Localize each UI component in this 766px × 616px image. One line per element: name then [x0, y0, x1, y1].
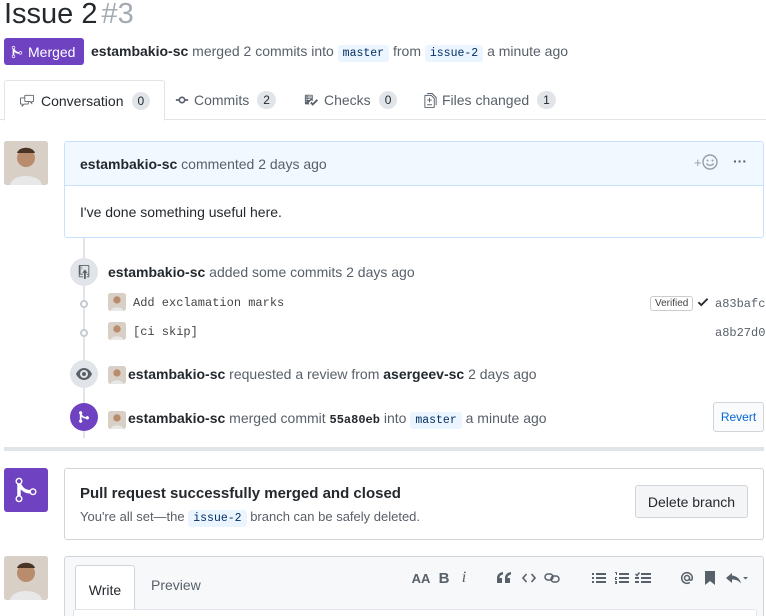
tab-commits[interactable]: Commits 2 — [175, 80, 276, 120]
event-author[interactable]: estambakio-sc — [128, 410, 225, 426]
tab-files-changed[interactable]: Files changed 1 — [424, 80, 556, 120]
tab-preview[interactable]: Preview — [151, 565, 201, 605]
merge-commit-sha[interactable]: 55a80eb — [330, 413, 380, 427]
action-text: merged 2 commits into — [192, 43, 334, 59]
pr-meta: estambakio-sc merged 2 commits into mast… — [91, 42, 568, 63]
repo-push-icon — [70, 258, 98, 286]
check-icon — [697, 295, 709, 312]
file-diff-icon — [424, 92, 437, 108]
git-commit-icon — [175, 96, 189, 104]
base-branch[interactable]: master — [337, 45, 390, 62]
ordered-list-icon[interactable] — [613, 568, 631, 588]
tab-conversation[interactable]: Conversation 0 — [4, 80, 166, 121]
unordered-list-icon[interactable] — [590, 568, 608, 588]
tab-count: 0 — [378, 91, 398, 109]
subtitle-after: branch can be safely deleted. — [250, 509, 421, 524]
subtitle-before: You're all set—the — [80, 509, 185, 524]
comment-time[interactable]: 2 days ago — [258, 156, 327, 172]
commit-message[interactable]: Add exclamation marks — [133, 296, 284, 310]
comment-textarea[interactable] — [73, 609, 757, 616]
comment-action: commented — [181, 155, 255, 172]
comment-discussion-icon — [20, 94, 34, 107]
merge-time: a minute ago — [487, 43, 569, 59]
eye-icon — [70, 360, 98, 388]
commit-dot — [80, 300, 88, 308]
pr-title: Issue 2 — [4, 0, 98, 30]
author-link[interactable]: estambakio-sc — [91, 43, 188, 59]
merge-status-icon — [4, 468, 48, 512]
commit-dot — [80, 329, 88, 337]
event-text: requested a review from — [229, 366, 380, 382]
event-time[interactable]: a minute ago — [466, 410, 547, 426]
comment-body: I've done something useful here. — [80, 204, 282, 220]
italic-button[interactable]: i — [455, 568, 473, 588]
into-text: into — [383, 410, 407, 426]
tab-count: 0 — [131, 91, 151, 110]
task-list-icon[interactable] — [634, 568, 652, 588]
pr-number: #3 — [101, 0, 134, 30]
tab-label: Commits — [194, 92, 250, 108]
avatar[interactable] — [108, 411, 126, 429]
event-author[interactable]: estambakio-sc — [108, 264, 205, 280]
comment-card: estambakio-sc commented 2 days ago I've … — [64, 141, 764, 238]
mention-icon[interactable] — [678, 568, 696, 588]
quote-icon[interactable] — [495, 568, 513, 588]
event-time[interactable]: 2 days ago — [468, 366, 537, 382]
comment-more-button[interactable]: ··· — [733, 153, 747, 169]
from-text: from — [392, 43, 421, 59]
deletable-branch[interactable]: issue-2 — [188, 510, 247, 527]
merge-event: estambakio-sc merged commit 55a80eb into… — [128, 410, 547, 429]
merge-branch[interactable]: master — [410, 412, 462, 429]
commit-message[interactable]: [ci skip] — [133, 325, 198, 339]
review-event: estambakio-sc requested a review from as… — [128, 366, 537, 382]
tab-checks[interactable]: Checks 0 — [303, 80, 398, 120]
reaction-plus: + — [694, 154, 702, 170]
event-text: added some commits — [209, 264, 343, 280]
comment-header: estambakio-sc commented 2 days ago — [65, 142, 763, 186]
state-badge: Merged — [4, 38, 84, 65]
merge-icon — [11, 45, 23, 58]
reviewer-link[interactable]: asergeev-sc — [383, 366, 464, 382]
verified-badge[interactable]: Verified — [650, 296, 694, 311]
merge-status-title: Pull request successfully merged and clo… — [80, 485, 401, 502]
merge-icon — [70, 403, 98, 431]
tab-count: 1 — [537, 91, 556, 109]
tab-label: Files changed — [442, 92, 530, 108]
smiley-icon — [701, 154, 718, 170]
comment-author[interactable]: estambakio-sc — [80, 156, 177, 172]
avatar[interactable] — [108, 366, 126, 384]
tab-label: Checks — [324, 92, 371, 108]
commit-avatar[interactable] — [108, 293, 126, 311]
tab-count: 2 — [257, 91, 276, 109]
checklist-icon — [304, 94, 318, 106]
commit-sha[interactable]: a83bafc — [715, 297, 765, 311]
commit-sha[interactable]: a8b27d0 — [715, 326, 765, 340]
tab-label: Conversation — [41, 92, 124, 109]
state-label: Merged — [28, 43, 76, 60]
page-title: Issue 2 #3 — [4, 0, 134, 32]
avatar[interactable] — [4, 556, 48, 600]
bold-button[interactable]: B — [435, 568, 453, 588]
event-text: merged commit — [229, 410, 326, 426]
add-reaction-button[interactable]: + — [694, 154, 718, 170]
merge-status-subtitle: You're all set—the issue-2 branch can be… — [80, 509, 421, 527]
revert-button[interactable]: Revert — [713, 402, 764, 432]
link-icon[interactable] — [543, 568, 561, 588]
avatar[interactable] — [4, 141, 48, 185]
head-branch[interactable]: issue-2 — [424, 45, 484, 62]
bookmark-icon[interactable] — [701, 568, 719, 588]
code-icon[interactable] — [520, 568, 538, 588]
commits-event: estambakio-sc added some commits 2 days … — [108, 264, 415, 280]
reply-icon[interactable] — [724, 568, 750, 588]
timeline-divider — [4, 447, 764, 451]
event-time[interactable]: 2 days ago — [346, 264, 415, 280]
pr-tabs: Conversation 0 Commits 2 Checks 0 Files … — [0, 80, 766, 121]
commit-avatar[interactable] — [108, 322, 126, 340]
event-author[interactable]: estambakio-sc — [128, 366, 225, 382]
tab-write[interactable]: Write — [75, 565, 135, 613]
delete-branch-button[interactable]: Delete branch — [635, 485, 748, 518]
heading-button[interactable]: AA — [410, 568, 432, 588]
